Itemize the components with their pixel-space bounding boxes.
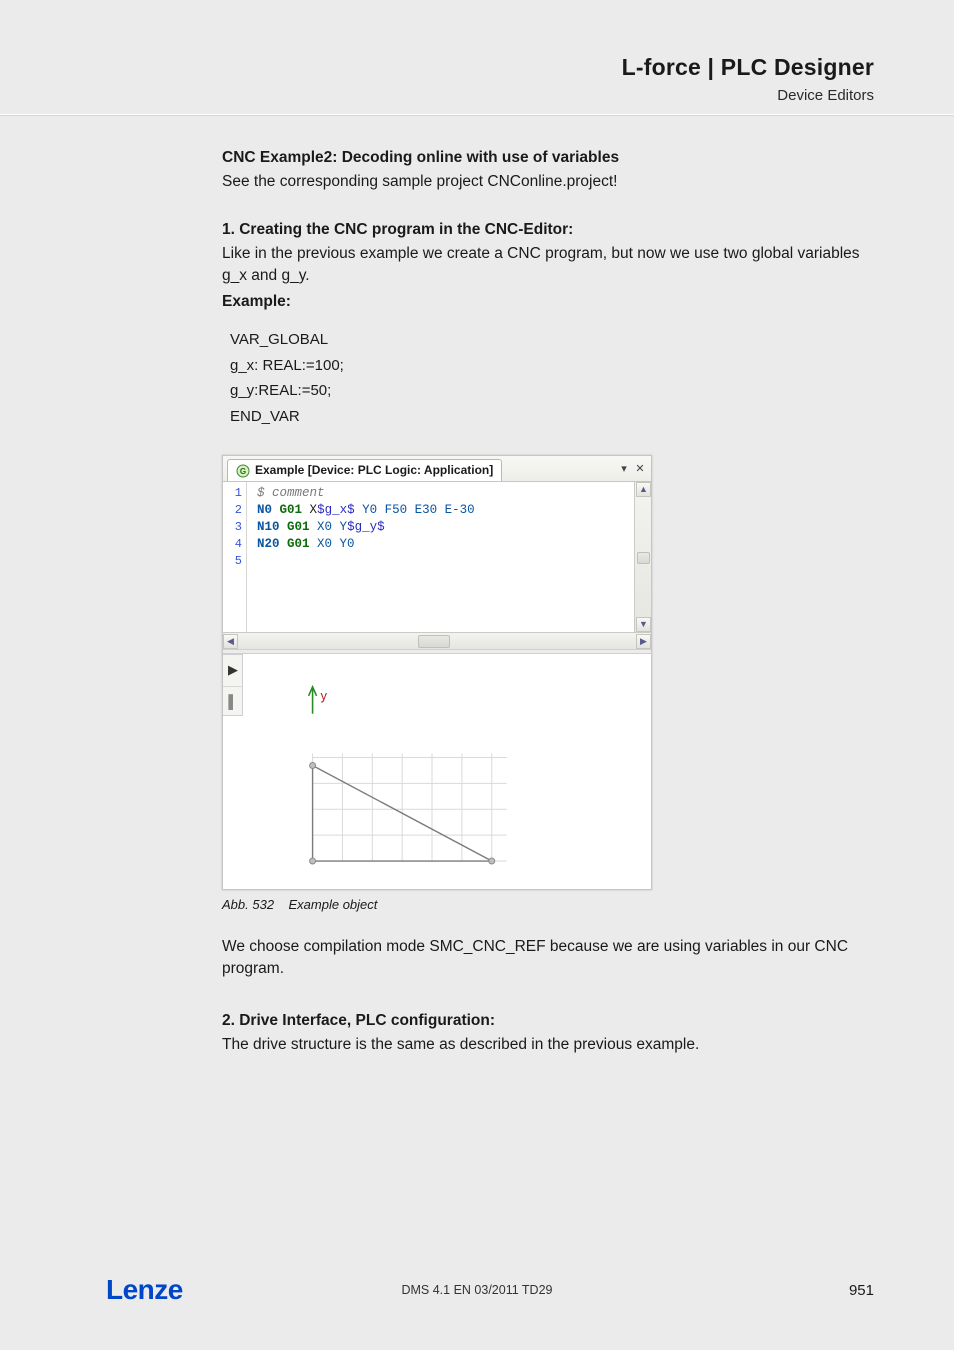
y-axis-label: y (321, 688, 328, 703)
scroll-up-button[interactable]: ▲ (636, 482, 651, 497)
code-text-frag: X0 Y (310, 520, 348, 534)
gutter-line: 1 (223, 485, 242, 502)
toolpath-plot: y (223, 654, 651, 888)
figure-caption: Abb. 532 Example object (222, 896, 874, 914)
code-g: G01 (287, 520, 310, 534)
scroll-left-button[interactable]: ◀ (223, 634, 238, 649)
code-text[interactable]: $ comment N0 G01 X$g_x$ Y0 F50 E30 E-30 … (247, 482, 634, 632)
code-line: g_x: REAL:=100; (230, 353, 874, 379)
code-area[interactable]: 1 2 3 4 5 $ comment N0 G01 X$g_x$ Y0 F50… (223, 482, 651, 632)
section-text: See the corresponding sample project CNC… (222, 171, 874, 193)
scroll-right-button[interactable]: ▶ (636, 634, 651, 649)
scroll-thumb[interactable] (637, 552, 650, 564)
code-n: N0 (257, 503, 272, 517)
example-label: Example: (222, 291, 874, 313)
section-heading-step1: 1. Creating the CNC program in the CNC-E… (222, 219, 874, 241)
footer-doc-id: DMS 4.1 EN 03/2011 TD29 (0, 1283, 954, 1297)
page-content: CNC Example2: Decoding online with use o… (0, 115, 954, 1056)
code-g: G01 (287, 537, 310, 551)
code-var: $g_x$ (317, 503, 355, 517)
code-n: N20 (257, 537, 280, 551)
line-gutter: 1 2 3 4 5 (223, 482, 247, 632)
section-text: The drive structure is the same as descr… (222, 1034, 874, 1056)
scroll-track[interactable] (238, 634, 636, 649)
figure-text: Example object (289, 897, 378, 912)
code-n: N10 (257, 520, 280, 534)
page-header: L-force | PLC Designer Device Editors (0, 0, 954, 115)
cnc-editor-window: G Example [Device: PLC Logic: Applicatio… (222, 455, 652, 890)
section-heading-step2: 2. Drive Interface, PLC configuration: (222, 1010, 874, 1032)
var-global-code: VAR_GLOBAL g_x: REAL:=100; g_y:REAL:=50;… (230, 327, 874, 429)
scroll-down-button[interactable]: ▼ (636, 617, 651, 632)
code-line: END_VAR (230, 404, 874, 430)
horizontal-scrollbar[interactable]: ◀ ▶ (223, 632, 651, 649)
tab-close-button[interactable]: ✕ (633, 463, 647, 477)
tab-menu-button[interactable]: ▾ (617, 463, 631, 477)
header-subtitle: Device Editors (0, 87, 874, 104)
vertical-scrollbar[interactable]: ▲ ▼ (634, 482, 651, 632)
code-comment: $ comment (257, 486, 325, 500)
code-g: G01 (280, 503, 303, 517)
code-line: VAR_GLOBAL (230, 327, 874, 353)
code-text-frag: Y0 F50 E30 E-30 (355, 503, 475, 517)
cnc-program-icon: G (236, 464, 250, 478)
section-heading-example2: CNC Example2: Decoding online with use o… (222, 147, 874, 169)
section-text: Like in the previous example we create a… (222, 243, 874, 287)
svg-text:G: G (240, 467, 246, 476)
code-text-frag: X (302, 503, 317, 517)
editor-tab-example[interactable]: G Example [Device: PLC Logic: Applicatio… (227, 459, 502, 481)
gutter-line: 4 (223, 536, 242, 553)
page-footer: Lenze DMS 4.1 EN 03/2011 TD29 951 (0, 1274, 954, 1306)
gutter-line: 3 (223, 519, 242, 536)
code-line: g_y:REAL:=50; (230, 378, 874, 404)
scroll-thumb[interactable] (418, 635, 450, 648)
code-text-frag: X0 Y0 (310, 537, 355, 551)
editor-tabbar: G Example [Device: PLC Logic: Applicatio… (223, 456, 651, 482)
gutter-line: 2 (223, 502, 242, 519)
header-title: L-force | PLC Designer (0, 54, 874, 81)
editor-tab-label: Example [Device: PLC Logic: Application] (255, 462, 493, 479)
gutter-line: 5 (223, 553, 242, 570)
cnc-preview-pane[interactable]: ▶ ▌ (223, 654, 651, 889)
figure-number: Abb. 532 (222, 897, 274, 912)
code-var: $g_y$ (347, 520, 385, 534)
section-text: We choose compilation mode SMC_CNC_REF b… (222, 936, 874, 980)
